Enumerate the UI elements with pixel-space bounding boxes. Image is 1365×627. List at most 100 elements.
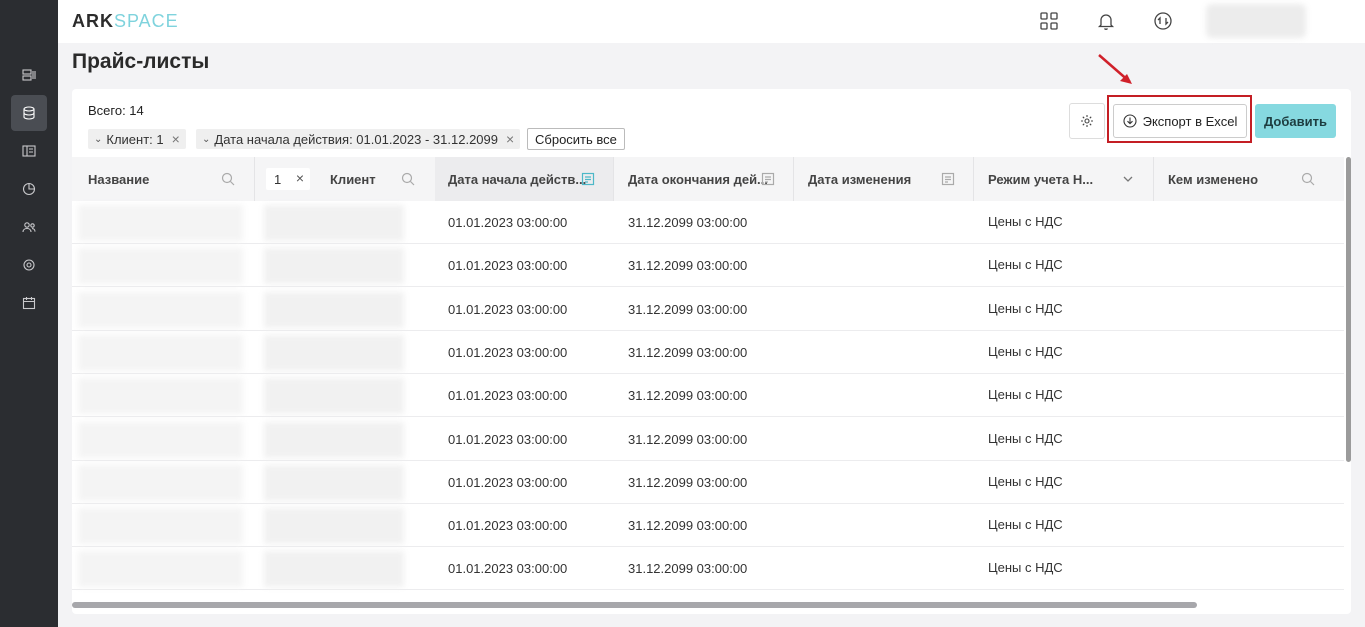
col-header-changed-by[interactable]: Кем изменено (1168, 157, 1258, 201)
logo[interactable]: ARKSPACE (72, 11, 179, 32)
sidebar-item-settings[interactable] (11, 247, 47, 283)
row-vat-mode: Цены с НДС (988, 257, 1063, 273)
row-start-date: 01.01.2023 03:00:00 (448, 388, 568, 404)
row-start-date: 01.01.2023 03:00:00 (448, 474, 568, 490)
row-vat-mode: Цены с НДС (988, 343, 1063, 359)
export-excel-label: Экспорт в Excel (1142, 113, 1238, 129)
col-header-start-date[interactable]: Дата начала действ... (448, 157, 586, 201)
table-row[interactable]: 01.01.2023 03:00:00 31.12.2099 03:00:00 Це… (72, 461, 1344, 504)
client-filter-input[interactable]: 1 × (266, 168, 310, 190)
row-end-date: 31.12.2099 03:00:00 (628, 518, 748, 534)
column-divider (254, 157, 255, 201)
apps-grid-icon[interactable] (1039, 11, 1059, 31)
logo-main: ARK (72, 11, 114, 31)
table-row[interactable]: 01.01.2023 03:00:00 31.12.2099 03:00:00 Це… (72, 418, 1344, 461)
row-start-date: 01.01.2023 03:00:00 (448, 344, 568, 360)
reset-filters-button[interactable]: Сбросить все (527, 128, 625, 150)
row-vat-mode: Цены с НДС (988, 387, 1063, 403)
row-vat-mode: Цены с НДС (988, 214, 1063, 229)
col-header-changed-date[interactable]: Дата изменения (808, 157, 911, 201)
search-icon[interactable] (221, 172, 235, 186)
filter-chip-client[interactable]: ⌄ Клиент: 1 × (88, 129, 186, 149)
sidebar-item-database[interactable] (11, 95, 47, 131)
filter-list-icon[interactable] (941, 172, 955, 186)
row-name (78, 248, 243, 285)
col-header-client[interactable]: Клиент (330, 157, 376, 201)
calendar-icon (22, 297, 36, 310)
filter-list-icon[interactable] (581, 172, 595, 186)
sidebar-item-calendar[interactable] (11, 285, 47, 321)
sidebar-item-reports[interactable] (11, 171, 47, 207)
user-profile[interactable] (1206, 4, 1306, 38)
row-end-date: 31.12.2099 03:00:00 (628, 344, 748, 360)
pie-chart-icon (22, 182, 36, 196)
row-vat-mode: Цены с НДС (988, 300, 1063, 316)
client-filter-value: 1 (274, 171, 282, 187)
sidebar-item-dashboard[interactable] (11, 57, 47, 93)
bell-icon[interactable] (1096, 11, 1116, 31)
row-client (264, 334, 404, 371)
dashboard-icon (22, 69, 36, 81)
row-name (78, 464, 243, 501)
row-vat-mode: Цены с НДС (988, 473, 1063, 489)
add-button[interactable]: Добавить (1255, 104, 1336, 138)
close-icon[interactable]: × (172, 131, 180, 147)
row-vat-mode: Цены с НДС (988, 517, 1063, 533)
column-divider (793, 157, 794, 201)
row-name (78, 551, 243, 588)
chevron-down-icon[interactable] (1121, 172, 1135, 186)
row-name (78, 334, 243, 371)
sidebar-item-layout[interactable] (11, 133, 47, 169)
col-header-name[interactable]: Название (88, 157, 149, 201)
download-icon (1123, 114, 1137, 128)
vertical-scrollbar[interactable] (1346, 157, 1351, 462)
row-start-date: 01.01.2023 03:00:00 (448, 258, 568, 274)
annotation-arrow-icon (1098, 54, 1132, 84)
row-end-date: 31.12.2099 03:00:00 (628, 561, 748, 577)
close-icon[interactable]: × (296, 170, 304, 186)
filter-list-icon[interactable] (761, 172, 775, 186)
horizontal-scrollbar[interactable] (72, 602, 1197, 608)
row-start-date: 01.01.2023 03:00:00 (448, 301, 568, 317)
table-row[interactable]: 01.01.2023 03:00:00 31.12.2099 03:00:00 Це… (72, 504, 1344, 548)
table-row[interactable]: 01.01.2023 03:00:00 31.12.2099 03:00:00 Це… (72, 331, 1344, 374)
logo-accent: SPACE (114, 11, 179, 31)
column-divider (1153, 157, 1154, 201)
row-end-date: 31.12.2099 03:00:00 (628, 258, 748, 274)
table-row[interactable]: 01.01.2023 03:00:00 31.12.2099 03:00:00 Це… (72, 201, 1344, 244)
row-client (264, 378, 404, 415)
layout-icon (22, 145, 36, 157)
row-client (264, 464, 404, 501)
switch-icon[interactable] (1153, 11, 1173, 31)
row-client (264, 291, 404, 328)
chevron-down-icon: ⌄ (202, 133, 211, 145)
row-name (78, 291, 243, 328)
search-icon[interactable] (1301, 172, 1315, 186)
row-client (264, 551, 404, 588)
row-end-date: 31.12.2099 03:00:00 (628, 474, 748, 490)
row-end-date: 31.12.2099 03:00:00 (628, 388, 748, 404)
table-header: Название 1 × Клиент Дата начала действ..… (72, 157, 1344, 201)
table-row[interactable]: 01.01.2023 03:00:00 31.12.2099 03:00:00 Це… (72, 244, 1344, 288)
export-excel-button[interactable]: Экспорт в Excel (1113, 104, 1247, 138)
table-row[interactable]: 01.01.2023 03:00:00 31.12.2099 03:00:00 Це… (72, 288, 1344, 331)
col-header-vat-mode[interactable]: Режим учета Н... (988, 157, 1093, 201)
table-settings-button[interactable] (1069, 103, 1105, 139)
row-end-date: 31.12.2099 03:00:00 (628, 215, 748, 230)
filter-chip-start-date[interactable]: ⌄ Дата начала действия: 01.01.2023 - 31.… (196, 129, 521, 149)
table-row[interactable]: 01.01.2023 03:00:00 31.12.2099 03:00:00 Це… (72, 374, 1344, 418)
search-icon[interactable] (401, 172, 415, 186)
close-icon[interactable]: × (506, 131, 514, 147)
row-start-date: 01.01.2023 03:00:00 (448, 215, 568, 230)
column-divider (613, 157, 614, 201)
table-row[interactable]: 01.01.2023 03:00:00 31.12.2099 03:00:00 Це… (72, 547, 1344, 591)
row-end-date: 31.12.2099 03:00:00 (628, 431, 748, 447)
row-client (264, 205, 404, 241)
sidebar-item-users[interactable] (11, 209, 47, 245)
row-start-date: 01.01.2023 03:00:00 (448, 431, 568, 447)
col-header-end-date[interactable]: Дата окончания дей... (628, 157, 768, 201)
row-vat-mode: Цены с НДС (988, 430, 1063, 446)
users-icon (22, 222, 36, 233)
page-title: Прайс-листы (72, 50, 210, 73)
database-icon (23, 106, 35, 120)
